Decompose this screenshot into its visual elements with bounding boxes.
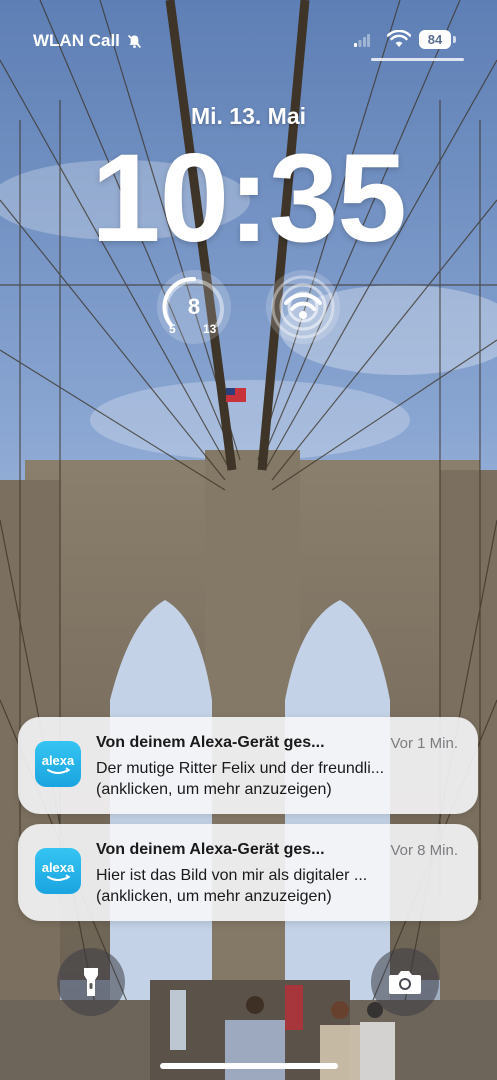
- notification-body: Der mutige Ritter Felix und der freundli…: [96, 758, 384, 800]
- notification-line: (anklicken, um mehr anzuzeigen): [96, 781, 332, 798]
- notification-title: Von deinem Alexa-Gerät ges...: [96, 734, 325, 751]
- lockscreen-time: 10:35: [91, 129, 407, 268]
- battery-indicator: 84: [419, 30, 451, 49]
- notification-time: Vor 1 Min.: [390, 735, 458, 752]
- camera-button[interactable]: [371, 948, 439, 1016]
- weather-temp: 8: [187, 294, 201, 319]
- notification-card[interactable]: alexa Von deinem Alexa-Gerät ges... Vor …: [18, 717, 478, 814]
- notification-time: Vor 8 Min.: [390, 842, 458, 859]
- notification-title: Von deinem Alexa-Gerät ges...: [96, 841, 325, 858]
- carrier-text: WLAN Call: [33, 31, 120, 50]
- alexa-app-icon: alexa: [35, 741, 81, 787]
- camera-icon: [389, 971, 421, 994]
- bell-slash-icon: [127, 34, 141, 48]
- signal-icon: [354, 34, 370, 47]
- weather-high: 13: [203, 322, 217, 336]
- control-center-indicator[interactable]: [371, 58, 464, 61]
- battery-level: 84: [427, 32, 443, 47]
- alexa-logo-text: alexa: [42, 753, 75, 768]
- notification-card[interactable]: alexa Von deinem Alexa-Gerät ges... Vor …: [18, 824, 478, 921]
- wifi-icon: [387, 30, 411, 47]
- connectivity-widget[interactable]: [266, 270, 340, 344]
- lockscreen-date: Mi. 13. Mai: [190, 103, 307, 129]
- weather-widget[interactable]: 8 5 13: [157, 270, 231, 344]
- notification-line: Der mutige Ritter Felix und der freundli…: [96, 760, 385, 777]
- notification-line: Hier ist das Bild von mir als digitaler …: [96, 867, 368, 884]
- carrier-label: WLAN Call: [33, 31, 143, 51]
- status-bar: WLAN Call 84: [0, 0, 497, 80]
- alexa-logo-text: alexa: [42, 860, 75, 875]
- flashlight-icon: [84, 968, 98, 996]
- notification-line: (anklicken, um mehr anzuzeigen): [96, 888, 332, 905]
- alexa-app-icon: alexa: [35, 848, 81, 894]
- battery-tip: [453, 36, 456, 43]
- wifi-rings-icon: [271, 275, 335, 339]
- flashlight-button[interactable]: [57, 948, 125, 1016]
- home-indicator[interactable]: [160, 1063, 338, 1069]
- notification-body: Hier ist das Bild von mir als digitaler …: [96, 865, 367, 907]
- weather-low: 5: [169, 322, 176, 336]
